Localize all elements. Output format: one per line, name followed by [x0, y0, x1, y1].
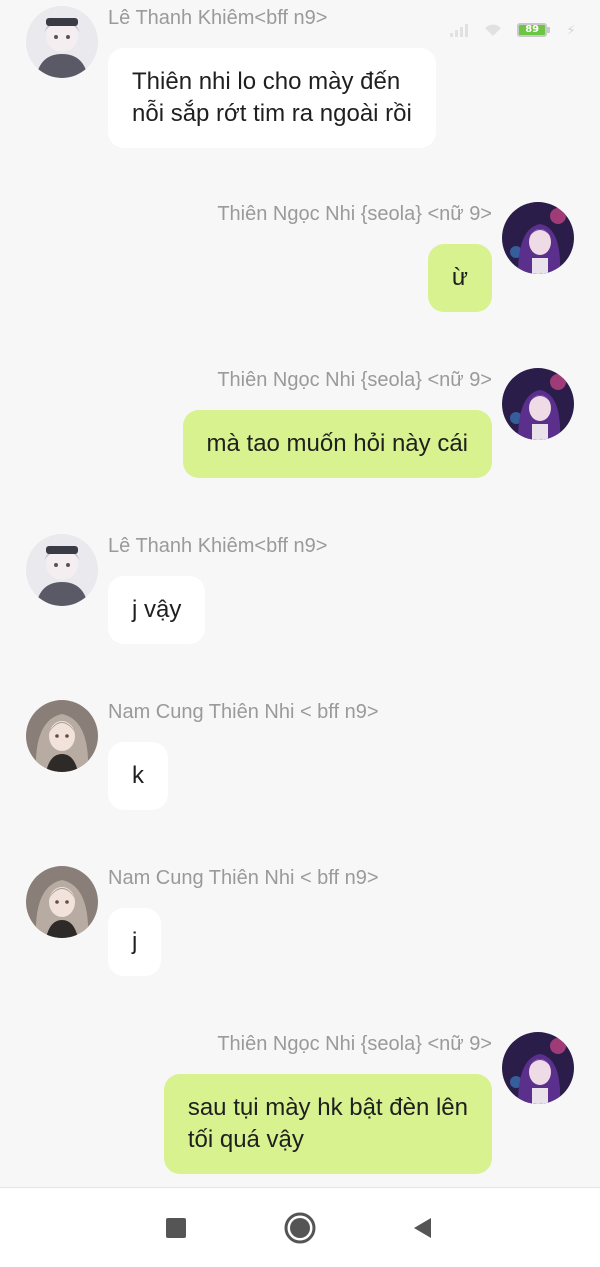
sender-name: Nam Cung Thiên Nhi < bff n9> — [108, 701, 379, 723]
chat-screen: Lê Thanh Khiêm<bff n9> Thiên nhi lo cho … — [0, 0, 600, 1267]
message-text-line: nỗi sắp rớt tim ra ngoài rồi — [132, 100, 412, 127]
message-text-line: k — [132, 762, 144, 789]
message-bubble[interactable]: j vậy — [108, 576, 206, 644]
avatar-khiem[interactable] — [26, 6, 98, 78]
avatar-ngoc-nhi[interactable] — [502, 368, 574, 440]
sender-name: Lê Thanh Khiêm<bff n9> — [108, 7, 328, 29]
message-bubble[interactable]: Thiên nhi lo cho mày đến nỗi sắp rớt tim… — [108, 48, 436, 148]
message-text-line: j — [132, 928, 138, 955]
message-bubble[interactable]: j — [108, 908, 162, 976]
status-bar: 89 ⚡ — [449, 18, 576, 42]
battery-indicator: 89 — [517, 23, 551, 37]
message-text-line: tối quá vậy — [187, 1126, 304, 1153]
sender-name: Thiên Ngọc Nhi {seola} <nữ 9> — [217, 203, 492, 225]
message-text-line: mà tao muốn hỏi này cái — [206, 430, 468, 457]
message-list[interactable]: Lê Thanh Khiêm<bff n9> Thiên nhi lo cho … — [0, 0, 600, 1187]
signal-icon — [450, 24, 469, 37]
back-triangle-icon[interactable] — [408, 1214, 436, 1242]
message-text-line: sau tụi mày hk bật đèn lên — [187, 1094, 468, 1121]
avatar-nam-cung[interactable] — [26, 866, 98, 938]
wifi-icon — [485, 24, 502, 36]
sender-name: Lê Thanh Khiêm<bff n9> — [108, 535, 328, 557]
message-bubble[interactable]: k — [108, 742, 168, 810]
recent-apps-square-icon[interactable] — [162, 1214, 190, 1242]
avatar-khiem[interactable] — [26, 534, 98, 606]
message-bubble[interactable]: ừ — [427, 244, 492, 312]
message-text-line: j vậy — [132, 596, 182, 623]
sender-name: Thiên Ngọc Nhi {seola} <nữ 9> — [217, 369, 492, 391]
message-bubble[interactable]: mà tao muốn hỏi này cái — [182, 410, 492, 478]
battery-tip — [547, 27, 551, 33]
message-bubble[interactable]: sau tụi mày hk bật đèn lên tối quá vậy — [163, 1074, 492, 1174]
message-text-line: ừ — [451, 264, 468, 291]
message-text-line: Thiên nhi lo cho mày đến — [132, 68, 401, 95]
sender-name: Thiên Ngọc Nhi {seola} <nữ 9> — [217, 1033, 492, 1055]
navigation-bar — [0, 1187, 600, 1267]
avatar-ngoc-nhi[interactable] — [502, 202, 574, 274]
sender-name: Nam Cung Thiên Nhi < bff n9> — [108, 867, 379, 889]
charging-bolt-icon: ⚡ — [566, 21, 576, 38]
home-circle-icon[interactable] — [284, 1212, 316, 1244]
battery-level: 89 — [517, 23, 548, 37]
avatar-ngoc-nhi[interactable] — [502, 1032, 574, 1104]
avatar-nam-cung[interactable] — [26, 700, 98, 772]
